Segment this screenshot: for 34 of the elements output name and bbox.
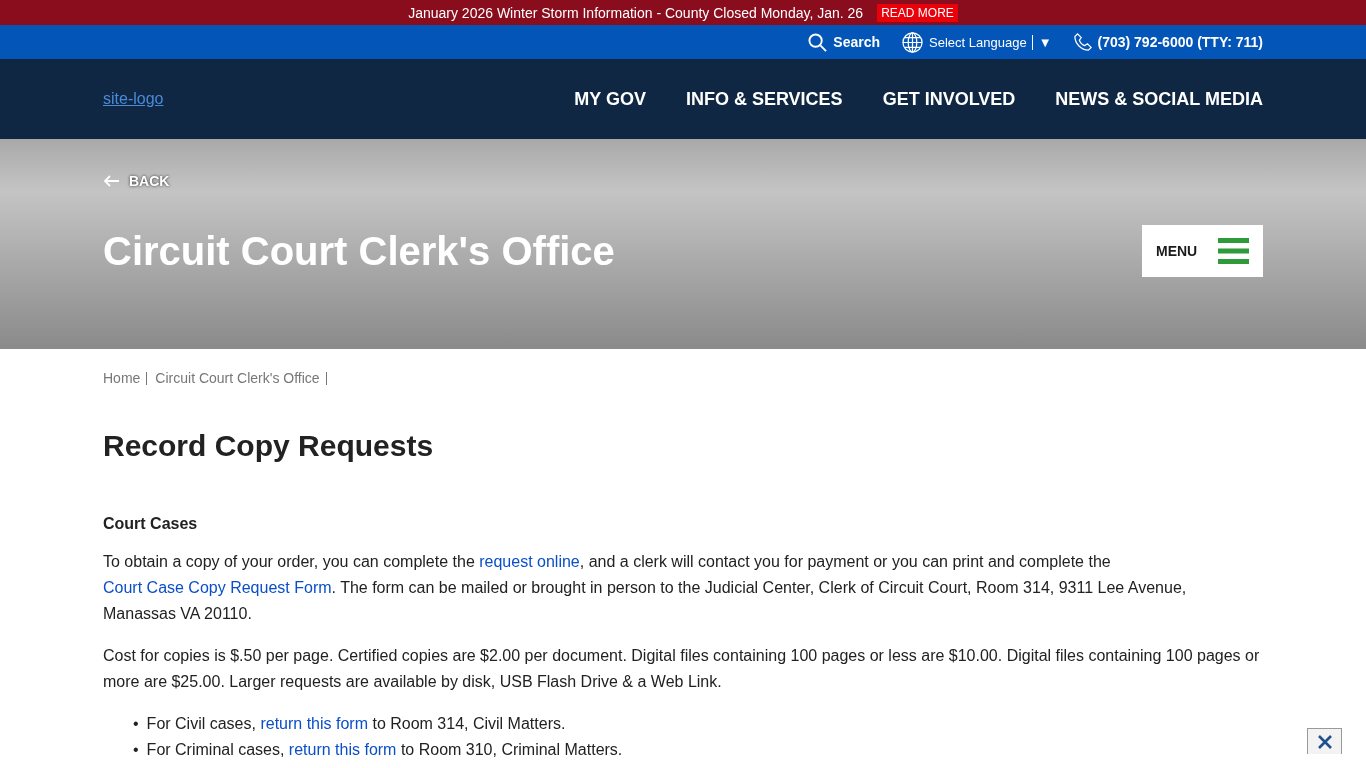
- text-link[interactable]: request online: [479, 553, 580, 570]
- nav-link[interactable]: NEWS & SOCIAL MEDIA: [1055, 88, 1263, 110]
- phone-link[interactable]: (703) 792-6000 (TTY: 711): [1073, 33, 1263, 51]
- text-link[interactable]: Court Case Copy Request Form: [103, 579, 332, 596]
- menu-icon: [1218, 238, 1249, 264]
- menu-button[interactable]: MENU: [1142, 225, 1263, 277]
- hero-title: Circuit Court Clerk's Office: [103, 228, 615, 274]
- nav-link[interactable]: GET INVOLVED: [882, 88, 1016, 110]
- nav-link[interactable]: INFO & SERVICES: [685, 88, 843, 110]
- page-title: Record Copy Requests: [103, 429, 435, 463]
- close-button[interactable]: [1307, 728, 1342, 754]
- bullet: •: [133, 714, 139, 734]
- language-caret[interactable]: ▼: [1038, 34, 1052, 50]
- alert-message: January 2026 Winter Storm Information - County Closed Monday, Jan. 26: [408, 4, 864, 21]
- close-icon: [1317, 734, 1332, 749]
- breadcrumb-link[interactable]: Circuit Court Clerk's Office: [155, 372, 327, 385]
- search-icon: [808, 32, 828, 52]
- phone-icon: [1073, 33, 1092, 51]
- read-more-button[interactable]: READ MORE: [877, 3, 958, 22]
- paragraph: To obtain a copy of your order, you can complete the request online, and a clerk will contact you for payment or you can print and complete the Court Case Copy Request Form. The form can be mailed or brought in person to the Judicial Center, Clerk of Circuit Court, Room 314, 9311 Lee Avenue, Manassas VA 20110.: [103, 552, 1188, 624]
- paragraph: Cost for copies is $.50 per page. Certified copies are $2.00 per document. Digital files containing 100 pages or less are $10.00. Digital files containing 100 pages or more are $25.00. Larger requests are available by disk, USB Flash Drive & a Web Link.: [103, 646, 1261, 692]
- text-link[interactable]: return this form: [260, 715, 368, 732]
- globe-icon: [902, 31, 924, 53]
- arrow-left-icon: [103, 175, 120, 187]
- section-heading: Court Cases: [103, 515, 199, 533]
- list-item: For Criminal cases, return this form to Room 310, Criminal Matters.: [146, 740, 623, 760]
- site-logo-link[interactable]: site-logo: [103, 90, 164, 108]
- language-select[interactable]: Select Language: [929, 34, 1033, 50]
- list-item: For Civil cases, return this form to Room 314, Civil Matters.: [146, 714, 566, 734]
- breadcrumb-link[interactable]: Home: [103, 372, 148, 385]
- bullet: •: [133, 740, 139, 760]
- search-link[interactable]: Search: [808, 32, 881, 52]
- nav-link[interactable]: MY GOV: [574, 88, 646, 110]
- text-link[interactable]: return this form: [288, 741, 397, 758]
